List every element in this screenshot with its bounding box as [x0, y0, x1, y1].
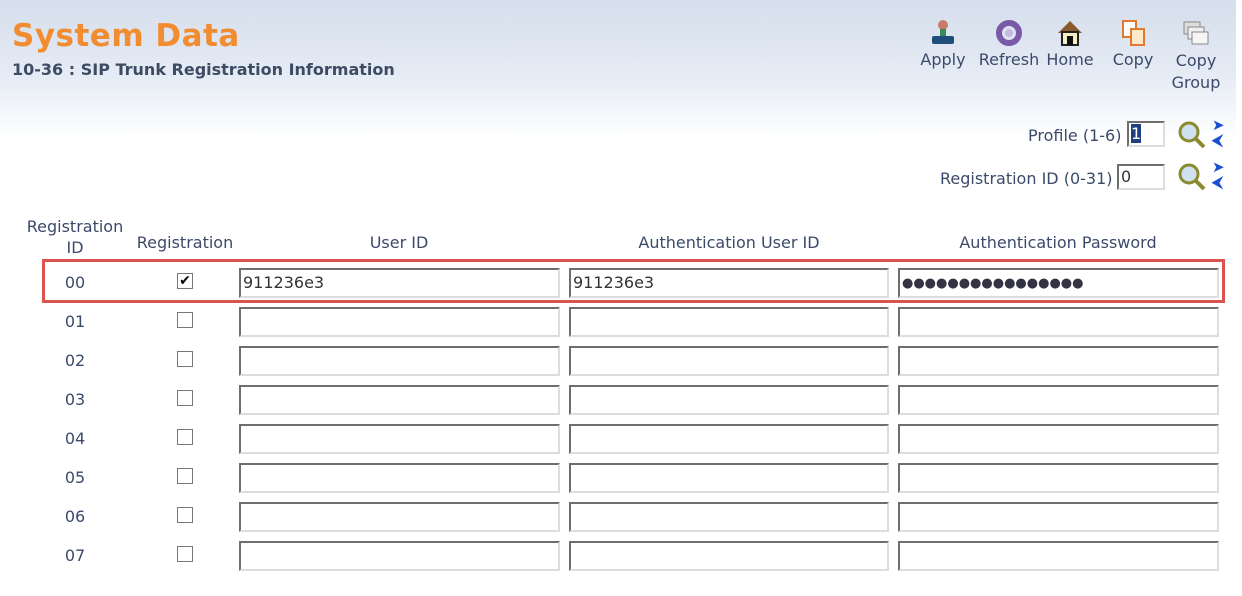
table-row: 05 [0, 458, 1242, 497]
home-icon [1058, 21, 1082, 46]
auth-user-id-input[interactable] [569, 307, 889, 337]
registration-id-input[interactable]: 0 [1117, 164, 1165, 190]
refresh-button[interactable]: Refresh [976, 18, 1042, 69]
registration-checkbox[interactable] [177, 507, 193, 523]
auth-password-input[interactable] [898, 424, 1219, 454]
registration-checkbox[interactable] [177, 351, 193, 367]
copy-icon [1122, 20, 1145, 46]
search-icon[interactable] [1176, 119, 1208, 151]
registration-id: 02 [64, 351, 86, 370]
auth-user-id-input[interactable] [569, 385, 889, 415]
auth-user-id-input[interactable] [569, 541, 889, 571]
auth-password-input[interactable] [898, 463, 1219, 493]
registration-checkbox[interactable] [177, 468, 193, 484]
registration-checkbox[interactable] [177, 390, 193, 406]
highlight-box [42, 259, 1225, 303]
user-id-input[interactable] [239, 541, 560, 571]
auth-user-id-input[interactable] [569, 424, 889, 454]
navigate-arrows-icon[interactable]: ➤ ⮜ [1212, 118, 1225, 148]
registration-id: 01 [64, 312, 86, 331]
auth-user-id-input[interactable] [569, 502, 889, 532]
header-user-id: User ID [369, 233, 429, 252]
registration-checkbox[interactable] [177, 546, 193, 562]
header-auth-password: Authentication Password [959, 233, 1157, 252]
copy-group-icon [1183, 21, 1209, 45]
stamp-icon [932, 20, 954, 44]
apply-button[interactable]: Apply [918, 18, 968, 69]
user-id-input[interactable] [239, 346, 560, 376]
user-id-input[interactable] [239, 502, 560, 532]
header-registration: Registration [136, 233, 234, 252]
auth-password-input[interactable] [898, 502, 1219, 532]
registration-id: 05 [64, 468, 86, 487]
auth-password-input[interactable] [898, 385, 1219, 415]
search-icon[interactable] [1176, 161, 1208, 193]
registration-id: 07 [64, 546, 86, 565]
page-subtitle: 10-36 : SIP Trunk Registration Informati… [12, 60, 395, 79]
auth-password-input[interactable] [898, 541, 1219, 571]
auth-user-id-input[interactable] [569, 463, 889, 493]
user-id-input[interactable] [239, 307, 560, 337]
auth-password-input[interactable] [898, 307, 1219, 337]
copy-group-button[interactable]: Copy Group [1168, 18, 1224, 94]
header-auth-user-id: Authentication User ID [638, 233, 820, 252]
table-row: 03 [0, 380, 1242, 419]
table-row: 07 [0, 536, 1242, 575]
registration-id: 04 [64, 429, 86, 448]
registration-id: 03 [64, 390, 86, 409]
copy-button[interactable]: Copy [1108, 18, 1158, 69]
registration-checkbox[interactable] [177, 429, 193, 445]
page-title: System Data [12, 18, 240, 54]
user-id-input[interactable] [239, 463, 560, 493]
header-registration-id: Registration ID [26, 217, 124, 257]
table-row: 06 [0, 497, 1242, 536]
table-row: 01 [0, 302, 1242, 341]
registration-id-label: Registration ID (0-31) [940, 169, 1113, 188]
profile-label: Profile (1-6) [1028, 126, 1122, 145]
user-id-input[interactable] [239, 385, 560, 415]
auth-user-id-input[interactable] [569, 346, 889, 376]
refresh-icon [996, 20, 1022, 46]
navigate-arrows-icon[interactable]: ➤ ⮜ [1212, 160, 1225, 190]
user-id-input[interactable] [239, 424, 560, 454]
auth-password-input[interactable] [898, 346, 1219, 376]
home-button[interactable]: Home [1045, 18, 1095, 69]
registration-id: 06 [64, 507, 86, 526]
table-row: 04 [0, 419, 1242, 458]
table-row: 02 [0, 341, 1242, 380]
profile-input[interactable]: 1 [1127, 121, 1165, 147]
registration-checkbox[interactable] [177, 312, 193, 328]
